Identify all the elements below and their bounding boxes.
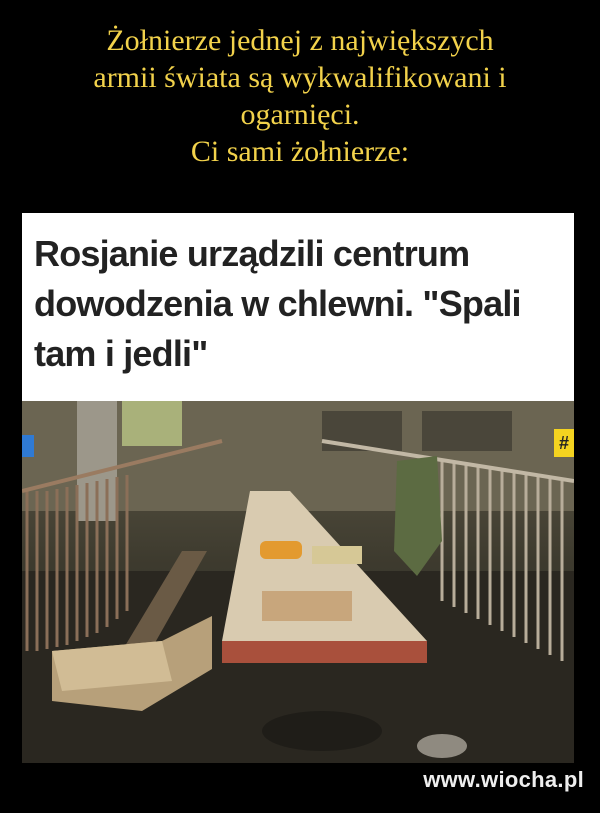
pigsty-scene-illustration: [22, 401, 574, 763]
caption-line-3: ogarnięci.: [240, 98, 360, 131]
site-watermark: www.wiocha.pl: [423, 767, 584, 792]
caption-line-4: Ci sami żołnierze:: [190, 135, 410, 168]
meme-caption: Żołnierze jednej z największych armii św…: [0, 22, 600, 170]
caption-line-2: armii świata są wykwalifikowani i: [93, 61, 507, 94]
blue-arrow-icon: [22, 435, 34, 457]
article-photo: #: [22, 401, 574, 763]
news-screenshot-card: Rosjanie urządzili centrum dowodzenia w …: [22, 213, 574, 763]
caption-line-1: Żołnierze jednej z największych: [106, 24, 494, 57]
hashtag-badge: #: [554, 429, 574, 457]
article-headline: Rosjanie urządzili centrum dowodzenia w …: [34, 233, 522, 374]
